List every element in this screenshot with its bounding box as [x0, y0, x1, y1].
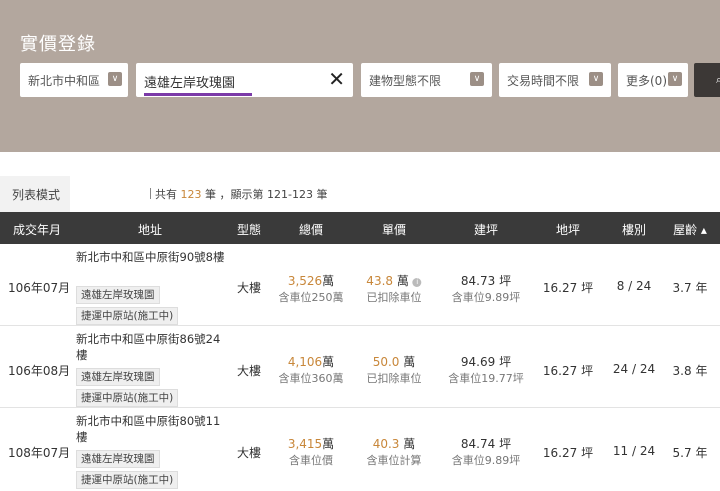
- search-input[interactable]: 遠雄左岸玫瑰園 ✕: [136, 63, 353, 97]
- building-type-label: 建物型態不限: [369, 74, 442, 88]
- row-type: 大樓: [236, 364, 262, 378]
- table-row[interactable]: 108年07月 新北市中和區中原街80號11樓 遠雄左岸玫瑰園 捷運中原站(施工…: [0, 408, 720, 490]
- divider: [150, 188, 151, 199]
- row-unit-price: 40.3 萬: [372, 437, 416, 451]
- table-header: 成交年月 地址 型態 總價 單價 建坪 地坪 樓別 屋齡 ▴: [0, 212, 720, 244]
- row-building-sub: 含車位9.89坪: [451, 454, 521, 467]
- community-tag[interactable]: 遠雄左岸玫瑰園: [76, 368, 160, 386]
- row-total-sub: 含車位價: [289, 454, 333, 467]
- col-floor[interactable]: 樓別: [622, 221, 646, 238]
- col-type[interactable]: 型態: [237, 221, 261, 238]
- row-unit-price: 43.8 萬 i: [366, 272, 422, 289]
- row-land-area: 16.27 坪: [542, 281, 594, 295]
- col-building-area[interactable]: 建坪: [474, 221, 498, 238]
- row-age: 3.7 年: [672, 281, 708, 295]
- search-icon: ⌕: [716, 73, 720, 86]
- row-address[interactable]: 新北市中和區中原街86號24樓: [76, 331, 226, 363]
- more-filters-select[interactable]: 更多(0) ∨: [618, 63, 688, 97]
- building-type-select[interactable]: 建物型態不限 ∨: [361, 63, 492, 97]
- row-building-area: 84.73 坪: [460, 274, 512, 288]
- row-building-sub: 含車位19.77坪: [448, 372, 524, 385]
- search-hero: 實價登錄 新北市中和區 ∨ 遠雄左岸玫瑰園 ✕ 建物型態不限 ∨ 交易時間不限 …: [0, 0, 720, 152]
- region-select[interactable]: 新北市中和區 ∨: [20, 63, 128, 97]
- search-focus-underline: [144, 93, 252, 96]
- list-toolbar: 列表模式 共有 123 筆 ，顯示第 121-123 筆: [0, 152, 720, 212]
- row-type: 大樓: [236, 281, 262, 295]
- row-total-price: 4,106萬: [287, 355, 335, 369]
- table-row[interactable]: 106年08月 新北市中和區中原街86號24樓 遠雄左岸玫瑰園 捷運中原站(施工…: [0, 326, 720, 408]
- row-floor: 24 / 24: [612, 362, 656, 376]
- community-tag[interactable]: 遠雄左岸玫瑰園: [76, 286, 160, 304]
- count-total: 123: [180, 188, 202, 201]
- info-icon[interactable]: i: [412, 278, 422, 287]
- search-button[interactable]: ⌕: [694, 63, 720, 97]
- row-date: 108年07月: [8, 446, 71, 460]
- col-total-price[interactable]: 總價: [299, 221, 323, 238]
- chevron-down-icon: ∨: [470, 72, 484, 86]
- row-age: 5.7 年: [672, 446, 708, 460]
- row-unit-price: 50.0 萬: [372, 355, 416, 369]
- row-date: 106年08月: [8, 364, 71, 378]
- result-count: 共有 123 筆 ，顯示第 121-123 筆: [150, 186, 327, 202]
- row-building-area: 84.74 坪: [460, 437, 512, 451]
- row-land-area: 16.27 坪: [542, 364, 594, 378]
- mrt-tag[interactable]: 捷運中原站(施工中): [76, 389, 179, 407]
- col-age-sorted[interactable]: 屋齡 ▴: [673, 221, 707, 238]
- row-type: 大樓: [236, 446, 262, 460]
- chevron-down-icon: ∨: [108, 72, 122, 86]
- clear-search-icon[interactable]: ✕: [328, 67, 345, 91]
- mrt-tag[interactable]: 捷運中原站(施工中): [76, 471, 179, 489]
- table-row[interactable]: 106年07月 新北市中和區中原街90號8樓 遠雄左岸玫瑰園 捷運中原站(施工中…: [0, 244, 720, 326]
- page-title: 實價登錄: [20, 34, 96, 55]
- row-floor: 8 / 24: [616, 279, 652, 293]
- chevron-down-icon: ∨: [668, 72, 682, 86]
- count-range: 筆 ，顯示第 121-123 筆: [205, 188, 328, 201]
- row-unit-sub: 含車位計算: [366, 454, 422, 467]
- row-address[interactable]: 新北市中和區中原街90號8樓: [76, 249, 226, 265]
- more-filters-label: 更多(0): [626, 74, 667, 88]
- col-date[interactable]: 成交年月: [13, 221, 61, 238]
- row-unit-sub: 已扣除車位: [366, 372, 422, 385]
- row-total-price: 3,415萬: [287, 437, 335, 451]
- tab-list-mode-label: 列表模式: [12, 188, 61, 202]
- region-select-label: 新北市中和區: [28, 74, 101, 88]
- count-prefix: 共有: [155, 188, 177, 201]
- trade-time-label: 交易時間不限: [507, 74, 580, 88]
- col-address[interactable]: 地址: [138, 221, 162, 238]
- tab-list-mode[interactable]: 列表模式: [0, 176, 70, 212]
- mrt-tag[interactable]: 捷運中原站(施工中): [76, 307, 179, 325]
- col-unit-price[interactable]: 單價: [382, 221, 406, 238]
- row-total-sub: 含車位250萬: [278, 291, 344, 304]
- row-building-sub: 含車位9.89坪: [451, 291, 521, 304]
- row-floor: 11 / 24: [612, 444, 656, 458]
- row-address[interactable]: 新北市中和區中原街80號11樓: [76, 413, 226, 445]
- search-input-value: 遠雄左岸玫瑰園: [144, 76, 236, 91]
- col-land-area[interactable]: 地坪: [556, 221, 580, 238]
- row-unit-sub: 已扣除車位: [366, 291, 422, 304]
- row-date: 106年07月: [8, 281, 71, 295]
- row-total-price: 3,526萬: [287, 274, 335, 288]
- community-tag[interactable]: 遠雄左岸玫瑰園: [76, 450, 160, 468]
- row-building-area: 94.69 坪: [460, 355, 512, 369]
- trade-time-select[interactable]: 交易時間不限 ∨: [499, 63, 611, 97]
- row-total-sub: 含車位360萬: [278, 372, 344, 385]
- row-age: 3.8 年: [672, 364, 708, 378]
- row-land-area: 16.27 坪: [542, 446, 594, 460]
- chevron-down-icon: ∨: [589, 72, 603, 86]
